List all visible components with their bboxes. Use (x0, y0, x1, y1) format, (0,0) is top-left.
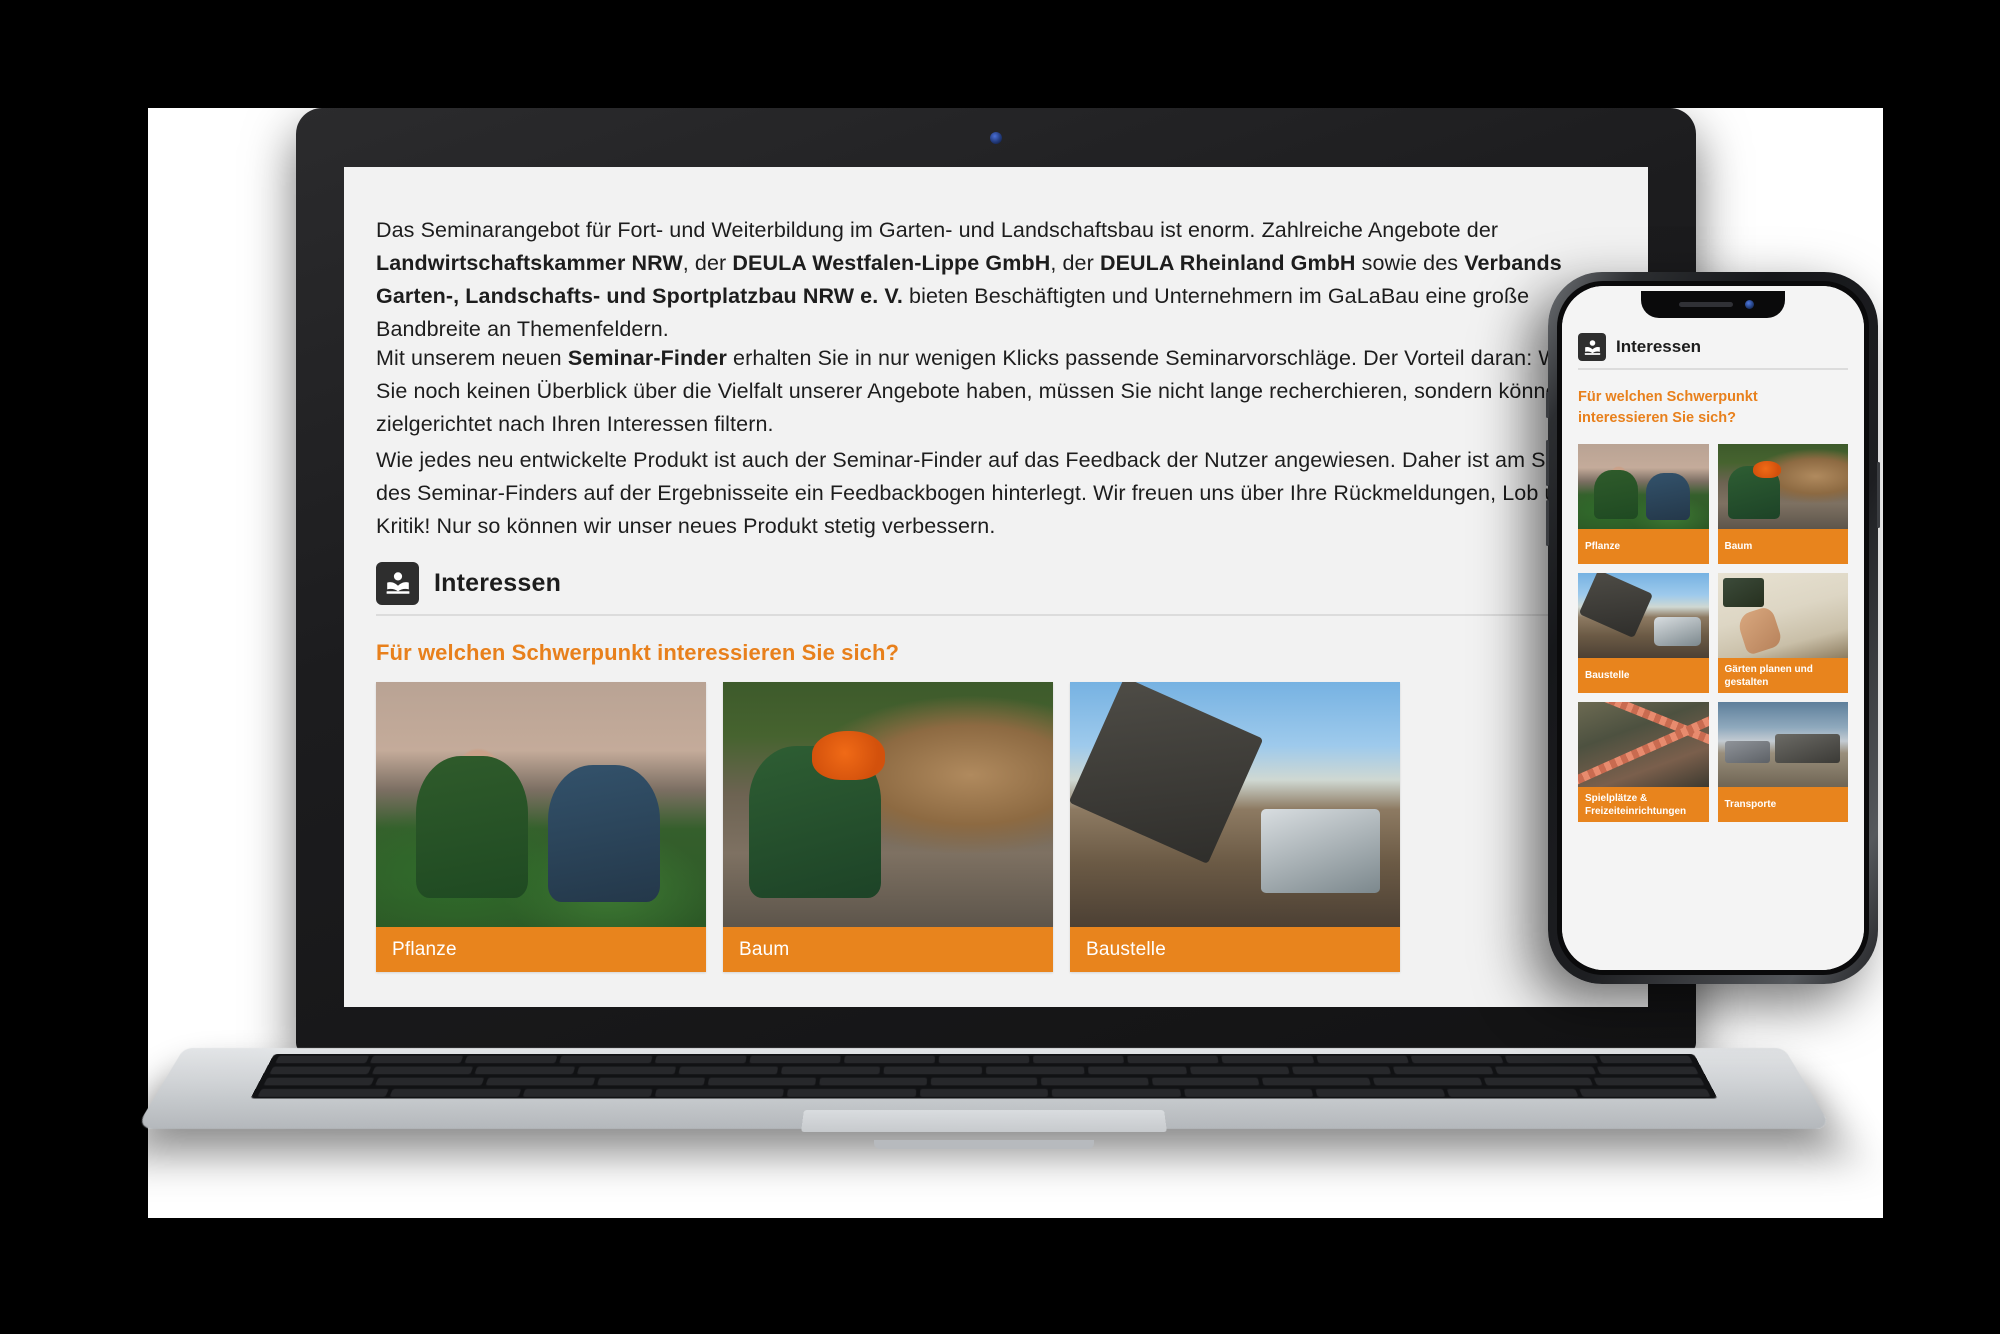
card-label: Spielplätze & Freizeiteinrichtungen (1585, 792, 1687, 817)
interessen-module: Interessen Für welchen Schwerpunkt inter… (344, 552, 1648, 1007)
card-image-spielplaetze (1578, 702, 1709, 787)
interest-card[interactable]: Spielplätze & Freizeiteinrichtungen (1578, 702, 1709, 822)
phone-module-title: Interessen (1616, 337, 1702, 356)
emphasis-text: DEULA Westfalen-Lippe GmbH (732, 250, 1051, 275)
card-label: Transporte (1724, 799, 1777, 810)
card-label: Baustelle (1086, 938, 1166, 960)
laptop-screen: Das Seminarangebot für Fort- und Weiterb… (344, 167, 1648, 1007)
key-row (250, 1087, 1717, 1098)
card-label: Baustelle (1585, 670, 1630, 681)
card-image-baustelle (1578, 573, 1709, 658)
interest-card[interactable]: Pflanze (1578, 444, 1709, 564)
interest-card[interactable]: Baustelle (1578, 573, 1709, 693)
interest-card[interactable]: Baustelle (1070, 682, 1400, 972)
laptop-trackpad[interactable] (801, 1110, 1167, 1132)
phone-volume-down-button[interactable] (1546, 500, 1549, 546)
module-header: Interessen (376, 552, 1616, 616)
emphasis-text: Landwirtschaftskammer NRW (376, 250, 683, 275)
phone-module-header: Interessen (1578, 326, 1848, 370)
interest-card[interactable]: Baum (723, 682, 1053, 972)
body-text: , der (682, 250, 733, 275)
webcam-icon (990, 132, 1002, 144)
laptop-keyboard[interactable] (250, 1054, 1718, 1099)
card-label: Gärten planen und gestalten (1724, 663, 1813, 688)
phone-power-button[interactable] (1877, 462, 1880, 528)
interest-card-list: Pflanze Baum Baustelle (376, 682, 1400, 972)
key-row (256, 1076, 1711, 1087)
article-paragraph-2: Mit unserem neuen Seminar-Finder erhalte… (376, 342, 1626, 441)
phone-screen: Interessen Für welchen Schwerpunkt inter… (1562, 286, 1864, 970)
laptop-lid: Das Seminarangebot für Fort- und Weiterb… (296, 108, 1696, 1053)
phone-webpage-content: Interessen Für welchen Schwerpunkt inter… (1562, 286, 1864, 970)
body-text: Wie jedes neu entwickelte Produkt ist au… (376, 447, 1608, 538)
laptop-front-notch (874, 1140, 1094, 1149)
card-image-baustelle (1070, 682, 1400, 927)
phone-interest-card-list: Pflanze Baum Baustelle Gärten planen und… (1578, 444, 1848, 822)
body-text: Das Seminarangebot für Fort- und Weiterb… (376, 217, 1499, 242)
card-image-pflanze (376, 682, 706, 927)
card-image-baum (1717, 444, 1848, 529)
body-text: sowie des (1355, 250, 1465, 275)
phone-volume-up-button[interactable] (1546, 440, 1549, 486)
phone-bezel: Interessen Für welchen Schwerpunkt inter… (1557, 281, 1869, 975)
key-row (268, 1054, 1700, 1065)
person-reading-book-icon (376, 561, 419, 605)
person-reading-book-icon (1578, 333, 1606, 361)
phone-silent-switch[interactable] (1546, 392, 1549, 418)
earpiece-speaker-icon (1679, 302, 1733, 307)
emphasis-text: DEULA Rheinland GmbH (1099, 250, 1356, 275)
laptop-mockup: Das Seminarangebot für Fort- und Weiterb… (135, 108, 1833, 1178)
interest-card[interactable]: Pflanze (376, 682, 706, 972)
card-image-transporte (1717, 702, 1848, 787)
phone-module-question: Für welchen Schwerpunkt interessieren Si… (1578, 389, 1758, 426)
front-camera-icon (1745, 300, 1754, 309)
article-paragraph-1: Das Seminarangebot für Fort- und Weiterb… (376, 214, 1626, 346)
interest-card[interactable]: Gärten planen und gestalten (1717, 573, 1848, 693)
interest-card[interactable]: Transporte (1717, 702, 1848, 822)
phone-notch (1641, 291, 1785, 318)
card-label: Baum (739, 938, 790, 960)
interest-card[interactable]: Baum (1717, 444, 1848, 564)
body-text: , der (1050, 250, 1100, 275)
card-label: Baum (1724, 541, 1753, 552)
webpage-content: Das Seminarangebot für Fort- und Weiterb… (344, 167, 1648, 1007)
key-row (262, 1065, 1705, 1076)
card-image-baum (723, 682, 1053, 927)
laptop-base (135, 1048, 1833, 1160)
card-image-gaerten-planen (1717, 573, 1848, 658)
body-text: Mit unserem neuen (376, 345, 568, 370)
card-image-pflanze (1578, 444, 1709, 529)
card-label: Pflanze (392, 938, 457, 960)
module-title: Interessen (434, 568, 562, 597)
article-paragraph-3: Wie jedes neu entwickelte Produkt ist au… (376, 444, 1626, 543)
phone-mockup: Interessen Für welchen Schwerpunkt inter… (1546, 272, 1880, 984)
card-label: Pflanze (1585, 541, 1621, 552)
emphasis-text: Seminar-Finder (567, 345, 727, 370)
module-question: Für welchen Schwerpunkt interessieren Si… (376, 640, 900, 665)
